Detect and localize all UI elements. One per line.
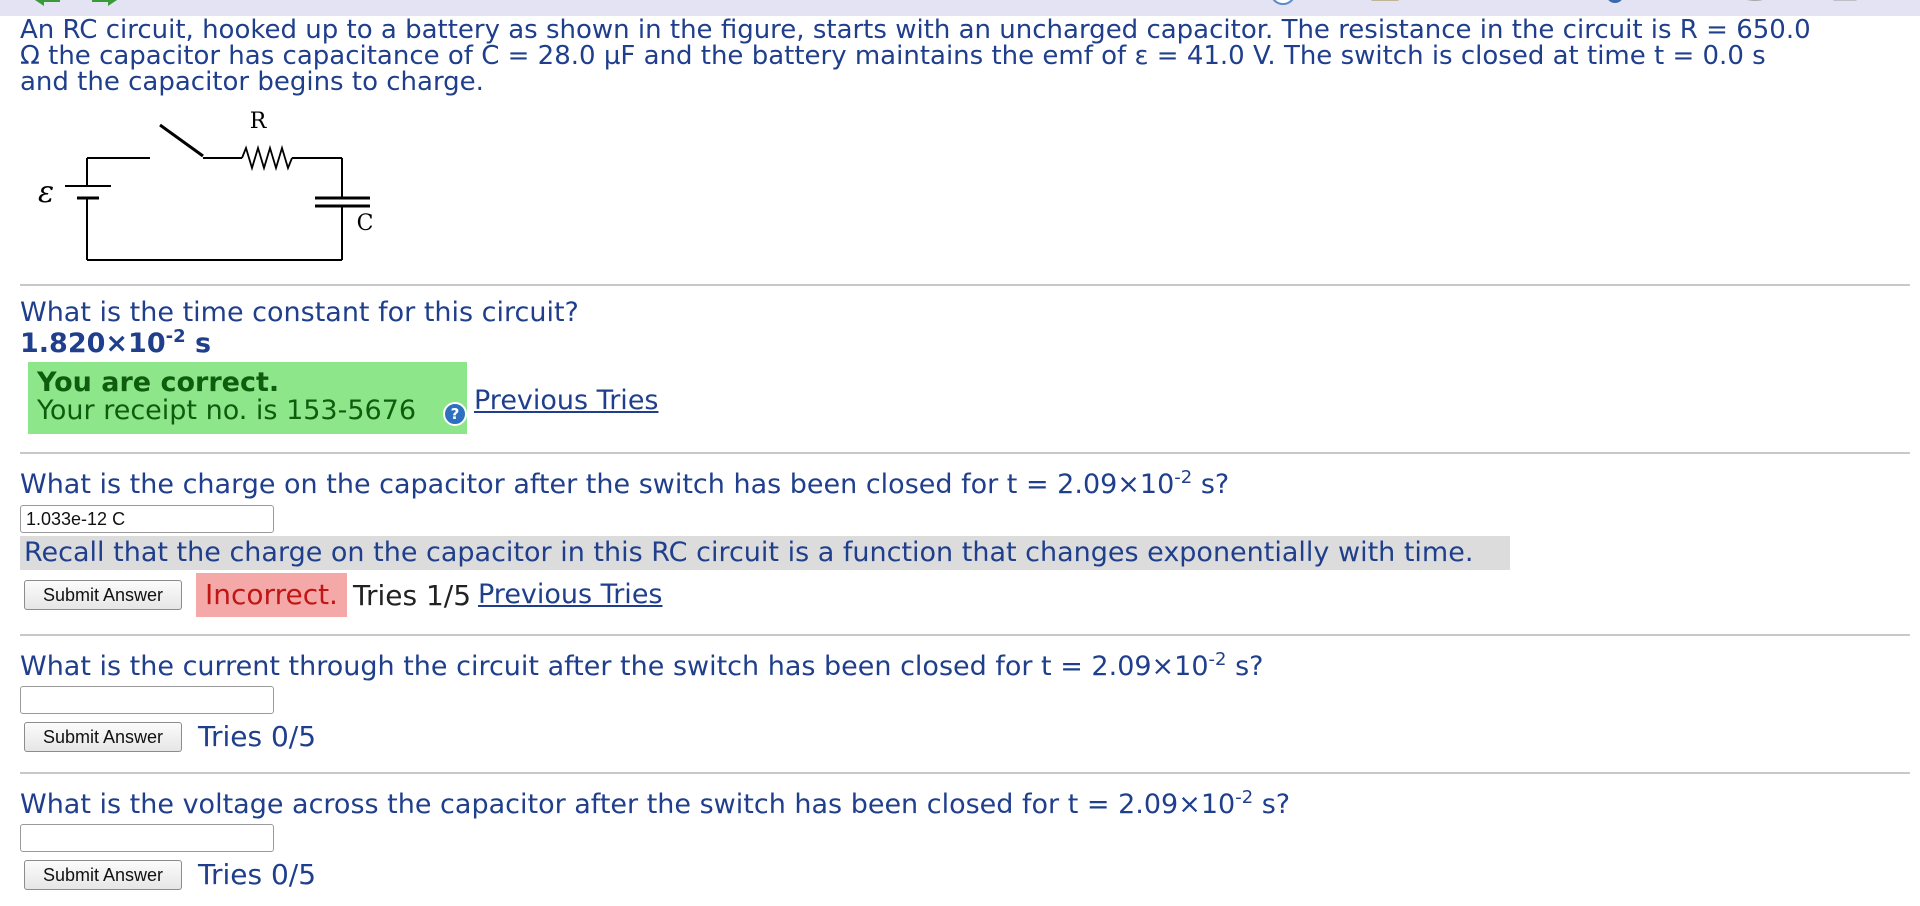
q2-hint: Recall that the charge on the capacitor …	[20, 536, 1510, 570]
divider	[20, 772, 1910, 774]
emf-label: ε	[38, 175, 54, 210]
correct-message: You are correct.	[37, 367, 280, 398]
q4-tries-count: Tries 0/5	[198, 858, 317, 891]
divider	[20, 634, 1910, 636]
question-2-text: What is the charge on the capacitor afte…	[20, 467, 1230, 500]
q2-incorrect-badge: Incorrect.	[196, 573, 347, 617]
question-4-text: What is the voltage across the capacitor…	[20, 787, 1291, 820]
question-1-text: What is the time constant for this circu…	[20, 297, 579, 328]
circle-icon[interactable]	[1268, 0, 1298, 12]
gear-icon[interactable]	[1600, 0, 1630, 12]
problem-line-2: Ω the capacitor has capacitance of C = 2…	[20, 41, 1766, 71]
q3-tries-count: Tries 0/5	[198, 720, 317, 753]
top-toolbar	[0, 0, 1920, 16]
problem-line-3: and the capacitor begins to charge.	[20, 67, 484, 97]
divider	[20, 452, 1910, 454]
note-icon[interactable]	[1370, 0, 1400, 12]
q2-submit-button[interactable]: Submit Answer	[24, 580, 182, 610]
resistor-label: R	[250, 109, 268, 134]
q4-answer-input[interactable]	[20, 824, 274, 852]
q2-answer-input[interactable]	[20, 505, 274, 533]
problem-line-1: An RC circuit, hooked up to a battery as…	[20, 15, 1811, 45]
disk-icon[interactable]	[1740, 0, 1770, 12]
q4-submit-button[interactable]: Submit Answer	[24, 860, 182, 890]
q3-submit-button[interactable]: Submit Answer	[24, 722, 182, 752]
rc-circuit-figure: R C ε	[38, 109, 374, 261]
forward-arrow-icon[interactable]	[90, 0, 122, 12]
receipt-text: Your receipt no. is 153-5676	[37, 395, 417, 426]
question-3-text: What is the current through the circuit …	[20, 649, 1264, 682]
divider	[20, 284, 1910, 286]
problem-statement: An RC circuit, hooked up to a battery as…	[20, 17, 1910, 95]
q1-previous-tries-link[interactable]: Previous Tries	[474, 385, 659, 416]
q2-previous-tries-link[interactable]: Previous Tries	[478, 579, 663, 610]
back-arrow-icon[interactable]	[30, 0, 62, 12]
q2-tries-count: Tries 1/5	[353, 579, 472, 612]
q3-answer-input[interactable]	[20, 686, 274, 714]
edit-icon[interactable]	[1830, 0, 1860, 12]
capacitor-label: C	[357, 211, 374, 236]
help-icon[interactable]: ?	[443, 402, 467, 426]
q1-correct-status: You are correct. Your receipt no. is 153…	[28, 362, 467, 434]
q1-submitted-answer: 1.820×10-2 s	[20, 326, 212, 360]
leaf-icon[interactable]	[1472, 0, 1502, 12]
